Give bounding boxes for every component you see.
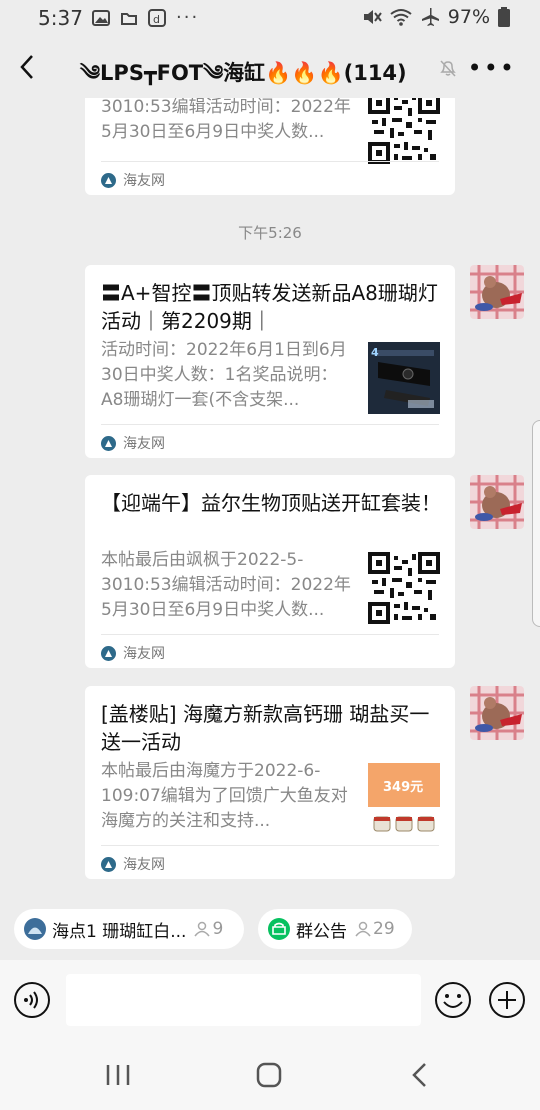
card-title: 【迎端午】益尔生物顶贴送开缸套装！ [101,491,441,515]
link-card[interactable]: 【迎端午】益尔生物顶贴送开缸套装！ 本帖最后由飒枫于2022-5-3010:53… [85,475,455,668]
card-description: 本帖最后由飒枫于2022-5-3010:53编辑活动时间：2022年5月30日至… [101,550,351,620]
chat-header: ༄LPS┳FOT༄海缸🔥🔥🔥(114) ••• [0,36,540,98]
card-divider [101,161,439,162]
card-source: 海友网 [101,170,165,190]
airplane-icon [421,8,439,26]
card-source-label: 海友网 [123,173,165,189]
svg-text:d: d [153,13,160,26]
mute-icon [363,10,382,24]
app-d-icon: d [148,8,166,27]
person-icon [194,921,211,937]
wifi-icon [390,9,412,26]
haiyou-logo-icon [101,172,116,188]
status-bar: 5:37 d ··· 97% [0,0,540,36]
card-source: 海友网 [101,854,165,874]
message-timestamp: 下午5:26 [238,224,302,242]
chip-member-count: 29 [355,919,395,939]
message-list: 3010:53编辑活动时间：2022年5月30日至6月9日中奖人数... 海友网… [0,98,540,898]
qr-code-thumbnail [368,98,440,164]
avatar-image [470,686,524,740]
haiyou-logo-icon [101,856,116,872]
avatar-image [470,265,524,319]
card-title: 〓A+智控〓顶贴转发送新品A8珊瑚灯活动｜第2209期｜ [101,281,438,333]
card-divider [101,634,439,635]
card-source-label: 海友网 [123,436,165,452]
person-icon [355,921,371,937]
link-card[interactable]: 〓A+智控〓顶贴转发送新品A8珊瑚灯活动｜第2209期｜ 活动时间：2022年6… [85,265,455,458]
mute-bell-icon [440,60,456,77]
emoji-icon[interactable] [434,981,472,1019]
card-source-label: 海友网 [123,857,165,873]
card-source: 海友网 [101,643,165,663]
mini-program-avatar-icon [24,918,46,940]
sender-avatar[interactable] [470,475,524,529]
chip-member-count: 9 [194,919,223,939]
chip-count-value: 9 [212,919,224,939]
chip-label: 海点1 珊瑚缸白... [52,921,187,942]
thumb-price-text: 349元 [383,780,423,795]
group-notice-icon [268,918,290,940]
card-divider [101,424,439,425]
gallery-icon [92,9,110,26]
chip-label: 群公告 [296,921,347,942]
system-nav-bar [0,1040,540,1110]
battery-percent: 97% [447,6,490,28]
qr-code-thumbnail [368,552,440,624]
card-source-label: 海友网 [123,646,165,662]
card-description: 3010:53编辑活动时间：2022年5月30日至6月9日中奖人数... [101,98,351,142]
card-description: 本帖最后由海魔方于2022-6-109:07编辑为了回馈广大鱼友对海魔方的关注和… [101,761,348,831]
notification-icons: d ··· [92,7,199,28]
coral-light-thumbnail: 4 [368,342,440,414]
recent-apps-icon[interactable] [105,1063,131,1087]
nav-back-icon[interactable] [410,1062,430,1088]
sender-avatar[interactable] [470,686,524,740]
folder-icon [121,12,137,25]
card-divider [101,845,439,846]
shortcut-chips-bar: 海点1 珊瑚缸白... 9 群公告 29 [0,898,540,960]
plus-icon[interactable] [488,981,526,1019]
link-card[interactable]: 3010:53编辑活动时间：2022年5月30日至6月9日中奖人数... 海友网 [85,98,455,195]
salt-promo-thumbnail: 349元 [368,763,440,835]
haiyou-logo-icon [101,435,116,451]
card-title: [盖楼贴] 海魔方新款高钙珊 瑚盐买一送一活动 [101,702,430,754]
status-time: 5:37 [38,6,83,30]
more-notifications-icon: ··· [176,7,200,28]
card-description: 活动时间：2022年6月1日到6月30日中奖人数：1名奖品说明：A8珊瑚灯一套(… [101,340,347,410]
chip-group-notice[interactable]: 群公告 29 [258,909,412,949]
battery-icon [498,7,510,27]
more-options-button[interactable]: ••• [468,54,516,82]
avatar-image [470,475,524,529]
sender-avatar[interactable] [470,265,524,319]
svg-text:4: 4 [371,346,379,359]
input-bar [0,960,540,1040]
chip-mini-program[interactable]: 海点1 珊瑚缸白... 9 [14,909,244,949]
back-icon[interactable] [16,50,40,84]
link-card[interactable]: [盖楼贴] 海魔方新款高钙珊 瑚盐买一送一活动 本帖最后由海魔方于2022-6-… [85,686,455,879]
system-icons: 97% [362,6,510,28]
voice-input-icon[interactable] [13,981,51,1019]
message-input[interactable] [66,974,421,1026]
chip-count-value: 29 [373,919,395,939]
card-source: 海友网 [101,433,165,453]
haiyou-logo-icon [101,645,116,661]
home-icon[interactable] [256,1062,282,1088]
scroll-handle[interactable] [532,420,540,627]
